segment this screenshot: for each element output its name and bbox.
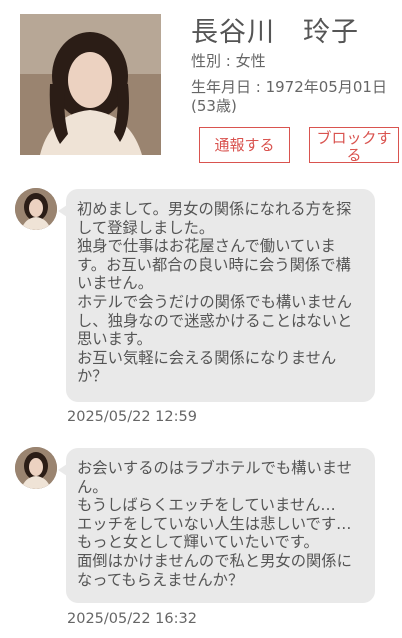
message-timestamp: 2025/05/22 16:32 <box>67 611 197 627</box>
avatar-image <box>15 188 57 230</box>
message-bubble: 初めまして。男女の関係になれる方を探して登録しました。 独身で仕事はお花屋さんで… <box>58 189 375 402</box>
report-button[interactable]: 通報する <box>199 127 290 163</box>
message-timestamp: 2025/05/22 12:59 <box>67 409 197 425</box>
sender-avatar[interactable] <box>15 447 57 489</box>
avatar-image <box>15 447 57 489</box>
message-bubble: お会いするのはラブホテルでも構いません。 もうしばらくエッチをしていません… エ… <box>58 448 375 603</box>
profile-photo[interactable] <box>20 14 161 155</box>
profile-birthdate: 生年月日 : 1972年05月01日(53歳) <box>191 78 387 115</box>
profile-photo-image <box>20 14 161 155</box>
sender-avatar[interactable] <box>15 188 57 230</box>
block-button[interactable]: ブロックする <box>309 127 399 164</box>
profile-name: 長谷川 玲子 <box>191 17 359 48</box>
profile-gender: 性別 : 女性 <box>191 52 266 70</box>
